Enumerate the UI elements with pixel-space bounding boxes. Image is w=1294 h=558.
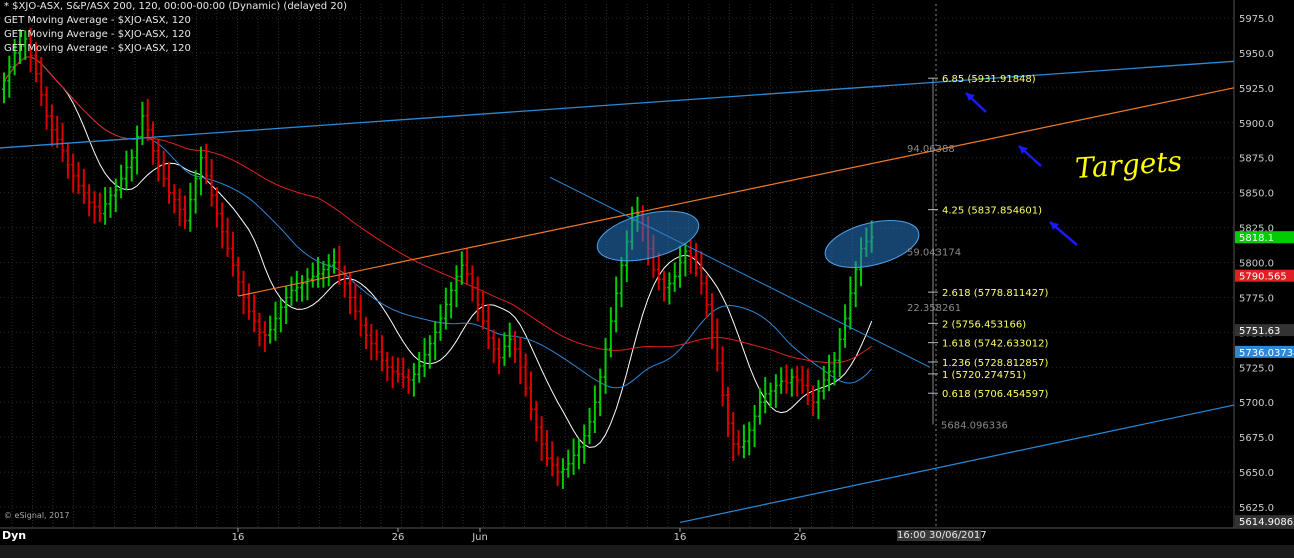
measure-label: 94.06388 <box>907 144 955 155</box>
fib-level-label: 2.618 (5778.811427) <box>942 288 1049 299</box>
fib-level-label: 1 (5720.274751) <box>942 370 1026 381</box>
measure-label: 22.358261 <box>907 303 961 314</box>
y-tick-label: 5725.0 <box>1239 363 1274 374</box>
price-marker-label: 5818.1 <box>1239 233 1274 244</box>
x-tick-label: 16 <box>674 532 687 543</box>
y-tick-label: 5650.0 <box>1239 468 1274 479</box>
cursor-time-label: 16:00 30/06/2017 <box>897 530 987 541</box>
ma-legend-2: GET Moving Average - $XJO-ASX, 120 <box>4 29 191 40</box>
y-tick-label: 5625.0 <box>1239 503 1274 514</box>
measure-label: 5684.096336 <box>941 420 1008 431</box>
ma-legend-1: GET Moving Average - $XJO-ASX, 120 <box>4 15 191 26</box>
x-tick-label: 26 <box>392 532 405 543</box>
fib-level-label: 6.85 (5931.91848) <box>942 74 1036 85</box>
y-tick-label: 5925.0 <box>1239 84 1274 95</box>
measure-label: 59.043174 <box>907 247 961 258</box>
y-tick-label: 5675.0 <box>1239 433 1274 444</box>
fib-level-label: 1.236 (5728.812857) <box>942 358 1049 369</box>
x-tick-label: Jun <box>471 532 488 543</box>
x-tick-label: 26 <box>794 532 807 543</box>
y-tick-label: 5775.0 <box>1239 293 1274 304</box>
bottom-toolbar[interactable] <box>0 545 1294 558</box>
y-tick-label: 5900.0 <box>1239 119 1274 130</box>
fib-level-label: 1.618 (5742.633012) <box>942 339 1049 350</box>
price-marker-label: 5736.03734 <box>1239 348 1294 359</box>
fib-level-label: 0.618 (5706.454597) <box>942 389 1049 400</box>
y-tick-label: 5875.0 <box>1239 154 1274 165</box>
y-tick-label: 5700.0 <box>1239 398 1274 409</box>
interval-label[interactable]: Dyn <box>2 529 26 542</box>
y-tick-label: 5850.0 <box>1239 189 1274 200</box>
fib-level-label: 4.25 (5837.854601) <box>942 206 1042 217</box>
fib-level-label: 2 (5756.453166) <box>942 319 1026 330</box>
copyright: © eSignal, 2017 <box>4 511 70 520</box>
x-tick-label: 16 <box>232 532 245 543</box>
y-tick-label: 5975.0 <box>1239 14 1274 25</box>
price-marker-label: 5790.565 <box>1239 272 1287 283</box>
y-tick-label: 5950.0 <box>1239 49 1274 60</box>
price-chart[interactable]: 6.85 (5931.91848) 4.25 (5837.854601) 2.618… <box>0 0 1294 558</box>
price-marker-label: 5751.63 <box>1239 326 1280 337</box>
ma-legend-3: GET Moving Average - $XJO-ASX, 120 <box>4 43 191 54</box>
price-marker-label: 5614.90862 <box>1239 517 1294 528</box>
chart-title: * $XJO-ASX, S&P/ASX 200, 120, 00:00-00:0… <box>4 1 347 12</box>
y-tick-label: 5800.0 <box>1239 259 1274 270</box>
